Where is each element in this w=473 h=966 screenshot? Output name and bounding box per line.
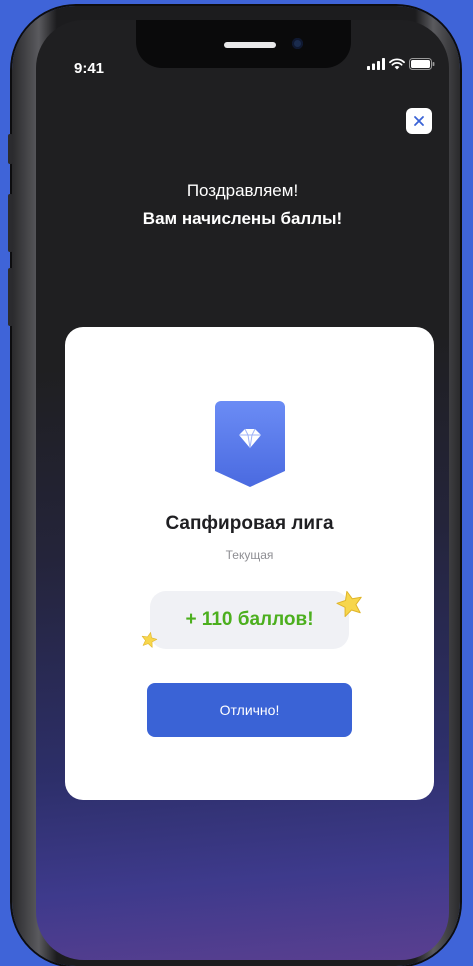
congrats-line-2: Вам начислены баллы!	[142, 209, 343, 228]
phone-volume-down	[8, 268, 13, 326]
points-label: + 110 баллов!	[185, 609, 314, 630]
phone-screen: 9:41 Поздравляем! Вам начислены баллы! С…	[36, 20, 449, 960]
wifi-icon	[389, 58, 405, 70]
points-badge: + 110 баллов!	[150, 591, 349, 649]
congrats-heading: Поздравляем! Вам начислены баллы!	[36, 178, 449, 232]
congrats-line-1: Поздравляем!	[186, 181, 299, 200]
phone-volume-up	[8, 194, 13, 252]
status-time: 9:41	[74, 60, 105, 77]
phone-mute-switch	[8, 134, 13, 164]
signal-icon	[367, 58, 385, 70]
battery-icon	[409, 58, 435, 70]
league-title: Сапфировая лига	[165, 513, 334, 534]
front-camera	[292, 38, 303, 49]
status-icons	[367, 58, 435, 70]
confirm-button[interactable]: Отлично!	[147, 683, 352, 737]
star-icon-small	[141, 632, 158, 648]
reward-card: Сапфировая лига Текущая + 110 баллов! От…	[65, 327, 434, 800]
close-icon	[414, 116, 424, 126]
notch	[136, 20, 351, 68]
league-status: Текущая	[225, 548, 274, 562]
speaker-grille	[224, 42, 276, 48]
league-badge	[215, 401, 285, 487]
close-button[interactable]	[406, 108, 432, 134]
star-icon	[336, 590, 362, 618]
